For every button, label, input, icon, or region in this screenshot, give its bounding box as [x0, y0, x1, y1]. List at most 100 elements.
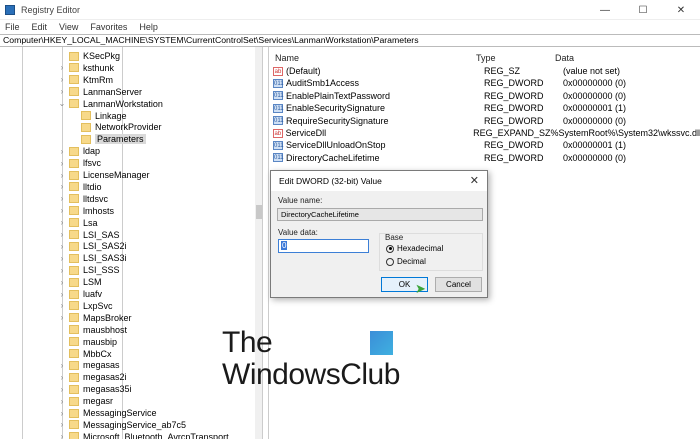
- chevron-right-icon[interactable]: ›: [58, 361, 66, 370]
- chevron-right-icon[interactable]: ›: [58, 420, 66, 429]
- value-row[interactable]: 011 RequireSecuritySignature REG_DWORD 0x00…: [273, 115, 700, 127]
- tree-item[interactable]: Parameters: [70, 133, 146, 145]
- chevron-right-icon[interactable]: ›: [58, 182, 66, 191]
- tree-item[interactable]: › megasas35i: [58, 383, 132, 395]
- minimize-button[interactable]: —: [586, 0, 624, 20]
- folder-icon: [69, 349, 79, 358]
- tree-item[interactable]: › lmhosts: [58, 205, 114, 217]
- hexadecimal-radio[interactable]: Hexadecimal: [386, 244, 443, 253]
- chevron-right-icon[interactable]: ›: [58, 159, 66, 168]
- tree-item[interactable]: KSecPkg: [58, 50, 120, 62]
- chevron-right-icon[interactable]: ›: [58, 63, 66, 72]
- tree-item[interactable]: › megasas: [58, 359, 120, 371]
- tree-item-label: Parameters: [95, 134, 146, 145]
- chevron-right-icon[interactable]: ›: [58, 230, 66, 239]
- tree-item[interactable]: › Lsa: [58, 217, 98, 229]
- value-row[interactable]: 011 EnableSecuritySignature REG_DWORD 0x000…: [273, 102, 700, 114]
- folder-icon: [69, 360, 79, 370]
- value-row[interactable]: 011 EnablePlainTextPassword REG_DWORD 0x000…: [273, 90, 700, 102]
- tree-item[interactable]: › MapsBroker: [58, 312, 132, 324]
- chevron-right-icon[interactable]: ›: [58, 373, 66, 382]
- value-type: REG_EXPAND_SZ: [473, 128, 551, 138]
- chevron-right-icon[interactable]: ›: [58, 147, 66, 156]
- chevron-right-icon[interactable]: ›: [58, 254, 66, 263]
- maximize-button[interactable]: ☐: [624, 0, 662, 20]
- tree-item[interactable]: › LSI_SSS: [58, 264, 120, 276]
- decimal-radio[interactable]: Decimal: [386, 257, 426, 266]
- chevron-right-icon[interactable]: ›: [58, 313, 66, 322]
- tree-item-label: MessagingService: [83, 408, 157, 418]
- column-type[interactable]: Type: [476, 53, 496, 65]
- menu-help[interactable]: Help: [139, 22, 158, 32]
- tree-item[interactable]: › KtmRm: [58, 74, 113, 86]
- chevron-right-icon[interactable]: ›: [58, 301, 66, 310]
- chevron-right-icon[interactable]: ›: [58, 397, 66, 406]
- tree-item[interactable]: NetworkProvider: [70, 121, 162, 133]
- value-row[interactable]: 011 ServiceDllUnloadOnStop REG_DWORD 0x0000…: [273, 139, 700, 151]
- tree-item[interactable]: › megasas2i: [58, 371, 127, 383]
- tree-item[interactable]: ⌄ LanmanWorkstation: [58, 98, 163, 110]
- chevron-right-icon[interactable]: ›: [58, 266, 66, 275]
- menu-favorites[interactable]: Favorites: [90, 22, 127, 32]
- value-row[interactable]: 011 AuditSmb1Access REG_DWORD 0x00000000 (0…: [273, 77, 700, 89]
- tree-item[interactable]: › LSM: [58, 276, 102, 288]
- cancel-button[interactable]: Cancel: [435, 277, 482, 292]
- chevron-right-icon[interactable]: ›: [58, 385, 66, 394]
- tree-item[interactable]: mausbhost: [58, 324, 127, 336]
- chevron-right-icon[interactable]: ›: [58, 218, 66, 227]
- chevron-right-icon[interactable]: ›: [58, 278, 66, 287]
- chevron-right-icon[interactable]: ›: [58, 206, 66, 215]
- folder-icon: [69, 313, 79, 323]
- menu-view[interactable]: View: [59, 22, 78, 32]
- folder-icon: [69, 325, 79, 335]
- tree-item[interactable]: › Microsoft_Bluetooth_AvrcpTransport: [58, 431, 229, 439]
- value-row[interactable]: ab ServiceDll REG_EXPAND_SZ %SystemRoot%\Sy…: [273, 127, 700, 139]
- tree-item[interactable]: › lfsvc: [58, 157, 101, 169]
- folder-icon: [81, 134, 91, 144]
- tree-item[interactable]: › MessagingService: [58, 407, 157, 419]
- tree-item[interactable]: › MessagingService_ab7c5: [58, 419, 186, 431]
- tree-item[interactable]: Linkage: [70, 110, 127, 122]
- value-data-label: Value data:: [278, 228, 318, 237]
- folder-icon: [69, 372, 79, 382]
- menu-file[interactable]: File: [5, 22, 20, 32]
- address-bar[interactable]: Computer\HKEY_LOCAL_MACHINE\SYSTEM\Curre…: [0, 34, 700, 47]
- chevron-right-icon[interactable]: ›: [58, 290, 66, 299]
- tree-item[interactable]: › luafv: [58, 288, 102, 300]
- tree-item[interactable]: › LanmanServer: [58, 86, 142, 98]
- chevron-right-icon[interactable]: ›: [58, 432, 66, 439]
- tree-item[interactable]: › LxpSvc: [58, 300, 113, 312]
- tree-item[interactable]: mausbip: [58, 336, 117, 348]
- chevron-right-icon[interactable]: ›: [58, 409, 66, 418]
- tree-item[interactable]: › LSI_SAS: [58, 229, 120, 241]
- chevron-right-icon[interactable]: ›: [58, 87, 66, 96]
- tree-item[interactable]: › lltdsvc: [58, 193, 108, 205]
- chevron-right-icon[interactable]: ›: [58, 75, 66, 84]
- chevron-down-icon[interactable]: ⌄: [58, 99, 66, 108]
- tree-item[interactable]: › LicenseManager: [58, 169, 150, 181]
- tree-item[interactable]: › ksthunk: [58, 62, 114, 74]
- tree-item[interactable]: › LSI_SAS3i: [58, 252, 127, 264]
- close-button[interactable]: ✕: [662, 0, 700, 20]
- tree-item[interactable]: › megasr: [58, 395, 113, 407]
- value-row[interactable]: 011 DirectoryCacheLifetime REG_DWORD 0x0000…: [273, 152, 700, 164]
- column-data[interactable]: Data: [555, 53, 574, 65]
- tree-item-label: KtmRm: [83, 74, 113, 85]
- chevron-right-icon[interactable]: ›: [58, 242, 66, 251]
- tree-item[interactable]: › ldap: [58, 145, 100, 157]
- folder-icon: [69, 301, 79, 311]
- value-name-field: DirectoryCacheLifetime: [277, 208, 483, 221]
- chevron-right-icon[interactable]: ›: [58, 171, 66, 180]
- chevron-right-icon[interactable]: ›: [58, 194, 66, 203]
- menu-edit[interactable]: Edit: [32, 22, 48, 32]
- tree-item[interactable]: › lltdio: [58, 181, 102, 193]
- tree-item[interactable]: MbbCx: [58, 348, 112, 360]
- value-row[interactable]: ab (Default) REG_SZ (value not set): [273, 65, 700, 77]
- scrollbar-thumb[interactable]: [256, 205, 262, 219]
- dword-value-icon: 011: [273, 153, 284, 163]
- tree-item[interactable]: › LSI_SAS2i: [58, 240, 127, 252]
- folder-icon: [69, 396, 79, 406]
- value-data-input[interactable]: 0: [278, 239, 369, 253]
- column-name[interactable]: Name: [275, 53, 299, 65]
- dialog-close-icon[interactable]: ✕: [470, 174, 479, 187]
